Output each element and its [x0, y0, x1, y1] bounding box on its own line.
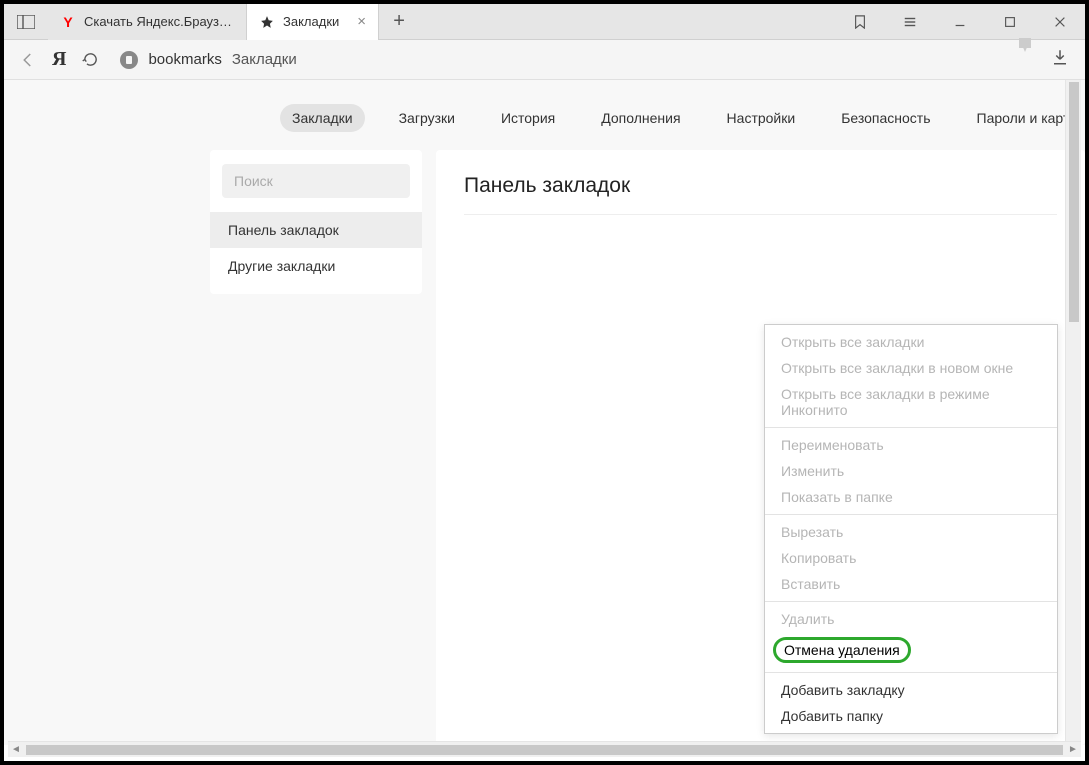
ctx-edit[interactable]: Изменить — [765, 458, 1057, 484]
close-window-button[interactable] — [1035, 4, 1085, 40]
separator — [765, 514, 1057, 515]
scroll-thumb[interactable] — [26, 745, 1063, 755]
separator — [765, 427, 1057, 428]
page-content: Закладки Загрузки История Дополнения Нас… — [4, 80, 1085, 745]
sidebar-bookmarks-bar[interactable]: Панель закладок — [210, 212, 422, 248]
context-menu: Открыть все закладки Открыть все закладк… — [764, 324, 1058, 734]
bookmark-ribbon-icon[interactable] — [835, 4, 885, 40]
yandex-icon: Y — [60, 14, 76, 30]
ctx-rename[interactable]: Переименовать — [765, 432, 1057, 458]
bookmarks-panel: Панель закладок Открыть все закладки Отк… — [436, 150, 1085, 745]
topnav-history[interactable]: История — [489, 104, 567, 132]
ctx-open-all-new-window[interactable]: Открыть все закладки в новом окне — [765, 355, 1057, 381]
address-bar: Я bookmarks Закладки — [4, 40, 1085, 80]
tab-item[interactable]: Y Скачать Яндекс.Браузер д — [48, 4, 247, 40]
site-info-icon[interactable] — [120, 51, 138, 69]
ctx-add-bookmark[interactable]: Добавить закладку — [765, 677, 1057, 703]
topnav-security[interactable]: Безопасность — [829, 104, 942, 132]
reload-button[interactable] — [76, 46, 104, 74]
sidebar-toggle-button[interactable] — [4, 4, 48, 40]
star-icon — [259, 14, 275, 30]
separator — [765, 672, 1057, 673]
downloads-icon[interactable] — [1051, 48, 1069, 71]
window-titlebar: Y Скачать Яндекс.Браузер д Закладки × + — [4, 4, 1085, 40]
sidebar-other-bookmarks[interactable]: Другие закладки — [210, 248, 422, 284]
topnav-bookmarks[interactable]: Закладки — [280, 104, 365, 132]
topnav-settings[interactable]: Настройки — [715, 104, 808, 132]
ctx-open-all-incognito[interactable]: Открыть все закладки в режиме Инкогнито — [765, 381, 1057, 423]
panel-title: Панель закладок — [464, 174, 1057, 215]
horizontal-scrollbar[interactable]: ◄ ► — [8, 741, 1081, 757]
highlight-ring: Отмена удаления — [773, 637, 911, 663]
tab-strip: Y Скачать Яндекс.Браузер д Закладки × + — [48, 4, 835, 40]
window-controls — [835, 4, 1085, 40]
new-tab-button[interactable]: + — [379, 4, 419, 40]
ctx-copy[interactable]: Копировать — [765, 545, 1057, 571]
ctx-cut[interactable]: Вырезать — [765, 519, 1057, 545]
settings-topnav: Закладки Загрузки История Дополнения Нас… — [244, 80, 1085, 150]
tab-title: Закладки — [283, 14, 339, 29]
maximize-button[interactable] — [985, 4, 1035, 40]
url-path: Закладки — [232, 51, 297, 68]
ctx-open-all[interactable]: Открыть все закладки — [765, 329, 1057, 355]
url-field[interactable]: bookmarks Закладки — [114, 51, 1009, 69]
topnav-extensions[interactable]: Дополнения — [589, 104, 692, 132]
bookmarks-sidebar: Поиск Панель закладок Другие закладки — [210, 150, 422, 294]
close-tab-icon[interactable]: × — [357, 13, 366, 30]
ctx-paste[interactable]: Вставить — [765, 571, 1057, 597]
scroll-right-icon[interactable]: ► — [1065, 744, 1081, 755]
ctx-show-in-folder[interactable]: Показать в папке — [765, 484, 1057, 510]
url-host: bookmarks — [148, 51, 221, 68]
yandex-logo-icon[interactable]: Я — [52, 48, 66, 71]
search-input[interactable]: Поиск — [222, 164, 410, 198]
ctx-delete[interactable]: Удалить — [765, 606, 1057, 632]
ctx-undo-delete[interactable]: Отмена удаления — [765, 632, 1057, 668]
bookmark-page-icon[interactable] — [1019, 52, 1033, 68]
scroll-left-icon[interactable]: ◄ — [8, 744, 24, 755]
vertical-scrollbar[interactable] — [1065, 80, 1081, 741]
ctx-add-folder[interactable]: Добавить папку — [765, 703, 1057, 729]
minimize-button[interactable] — [935, 4, 985, 40]
menu-button[interactable] — [885, 4, 935, 40]
back-button[interactable] — [14, 46, 42, 74]
topnav-downloads[interactable]: Загрузки — [387, 104, 467, 132]
tab-item[interactable]: Закладки × — [247, 4, 379, 40]
tab-title: Скачать Яндекс.Браузер д — [84, 14, 234, 29]
separator — [765, 601, 1057, 602]
